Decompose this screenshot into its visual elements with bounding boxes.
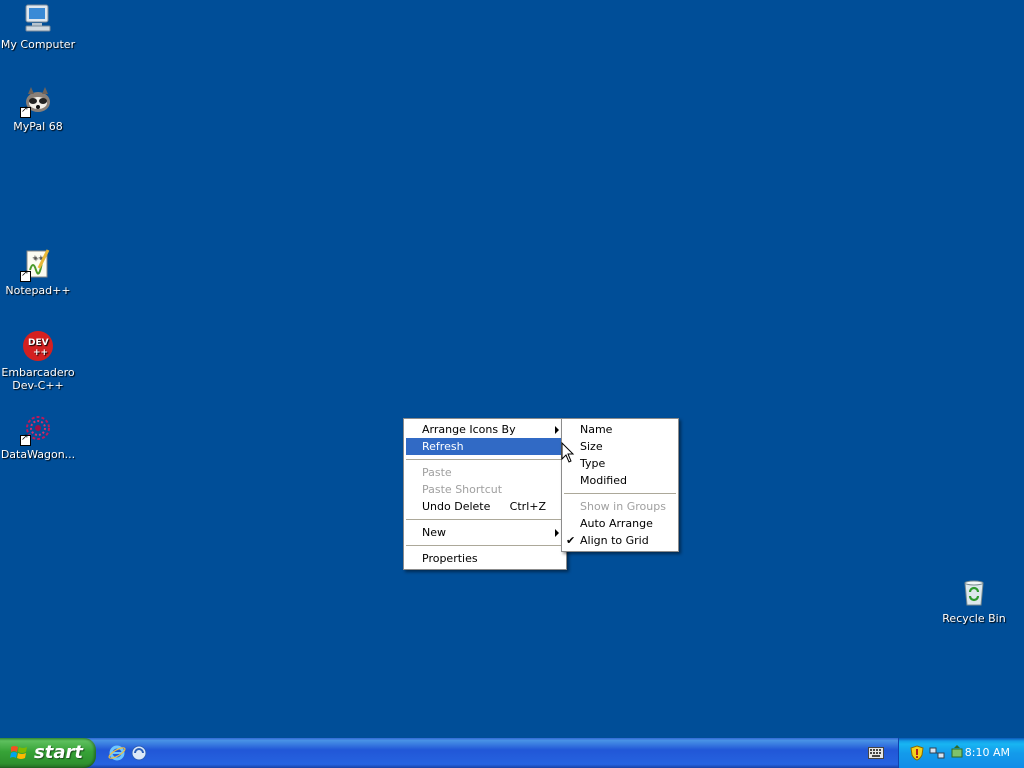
desktop-icon-label: Notepad++ (5, 284, 71, 297)
safely-remove-icon[interactable] (949, 745, 965, 761)
submenu-arrow-icon (555, 426, 559, 434)
submenu-item-modified[interactable]: Modified (562, 472, 678, 489)
desktop-icon-label-line2: Dev-C++ (12, 379, 64, 392)
submenu-item-type[interactable]: Type (562, 455, 678, 472)
menu-separator (564, 493, 676, 494)
desktop-icon-label: MyPal 68 (13, 120, 63, 133)
menu-separator (406, 545, 564, 546)
menu-item-label: Type (580, 457, 606, 470)
menu-item-label: Show in Groups (580, 500, 666, 513)
menu-item-label: Refresh (422, 440, 464, 453)
menu-item-label: Align to Grid (580, 534, 649, 547)
menu-item-new[interactable]: New (404, 524, 566, 541)
internet-explorer-icon[interactable] (108, 744, 126, 762)
desktop-icon-label: My Computer (0, 38, 76, 51)
windows-flag-icon (10, 746, 27, 759)
menu-item-properties[interactable]: Properties (404, 550, 566, 567)
submenu-item-align-to-grid[interactable]: ✔ Align to Grid (562, 532, 678, 549)
recycle-bin-icon (958, 576, 990, 608)
desktop-icon-my-computer[interactable]: My Computer (0, 2, 76, 51)
menu-item-paste-shortcut: Paste Shortcut (404, 481, 566, 498)
menu-item-label: Properties (422, 552, 478, 565)
clock[interactable]: 8:10 AM (965, 746, 1010, 759)
shortcut-arrow-icon (20, 105, 31, 118)
desktop-icon-mypal[interactable]: MyPal 68 (0, 84, 76, 133)
menu-separator (406, 459, 564, 460)
datawagon-icon (20, 412, 54, 446)
computer-icon (22, 2, 54, 34)
menu-item-label: Size (580, 440, 603, 453)
menu-item-undo-delete[interactable]: Undo Delete Ctrl+Z (404, 498, 566, 515)
keyboard-icon[interactable] (868, 747, 884, 759)
system-tray: 8:10 AM (898, 738, 1024, 768)
mouse-cursor-icon (561, 442, 575, 463)
shortcut-arrow-icon (20, 433, 31, 446)
desktop-icon-datawagon[interactable]: DataWagon... (0, 412, 76, 461)
submenu-item-auto-arrange[interactable]: Auto Arrange (562, 515, 678, 532)
shortcut-arrow-icon (20, 269, 31, 282)
desktop-icon-label: DataWagon... (0, 448, 76, 461)
menu-item-label: New (422, 526, 446, 539)
menu-item-label: Name (580, 423, 613, 436)
start-button[interactable]: start (0, 738, 96, 768)
menu-item-arrange-icons-by[interactable]: Arrange Icons By (404, 421, 566, 438)
devcpp-icon: DEV ++ (22, 330, 54, 362)
network-icon[interactable] (929, 745, 945, 761)
checkmark-icon: ✔ (566, 534, 576, 547)
menu-item-label: Paste Shortcut (422, 483, 503, 496)
submenu-item-name[interactable]: Name (562, 421, 678, 438)
menu-separator (406, 519, 564, 520)
desktop-icon-label-line1: Embarcadero (1, 366, 75, 379)
security-shield-icon[interactable] (909, 745, 925, 761)
menu-item-label: Undo Delete (422, 500, 491, 513)
menu-item-shortcut: Ctrl+Z (509, 500, 546, 513)
desktop-icon-devcpp[interactable]: DEV ++ Embarcadero Dev-C++ (0, 330, 76, 392)
start-label: start (34, 742, 83, 763)
devcpp-icon-plus-text: ++ (33, 348, 48, 358)
desktop-context-menu: Arrange Icons By Refresh Paste Paste Sho… (403, 418, 567, 570)
desktop-icon-label: Embarcadero Dev-C++ (0, 366, 76, 392)
submenu-item-show-in-groups: Show in Groups (562, 498, 678, 515)
arrange-icons-submenu: Name Size Type Modified Show in Groups A… (561, 418, 679, 552)
notepad-plus-plus-icon: ++ (20, 248, 54, 282)
desktop-icon-label: Recycle Bin (942, 612, 1006, 625)
submenu-item-size[interactable]: Size (562, 438, 678, 455)
desktop-icon-notepad-plus-plus[interactable]: ++ Notepad++ (0, 248, 76, 297)
submenu-arrow-icon (555, 529, 559, 537)
menu-item-label: Modified (580, 474, 627, 487)
mypal-icon (20, 84, 54, 118)
menu-item-label: Auto Arrange (580, 517, 653, 530)
mypal-quicklaunch-icon[interactable] (130, 744, 148, 762)
menu-item-label: Paste (422, 466, 452, 479)
taskbar: start 8:10 AM (0, 738, 1024, 768)
menu-item-paste: Paste (404, 464, 566, 481)
menu-item-refresh[interactable]: Refresh (406, 438, 564, 455)
devcpp-icon-text: DEV (28, 338, 49, 348)
menu-item-label: Arrange Icons By (422, 423, 516, 436)
desktop-icon-recycle-bin[interactable]: Recycle Bin (936, 576, 1012, 625)
